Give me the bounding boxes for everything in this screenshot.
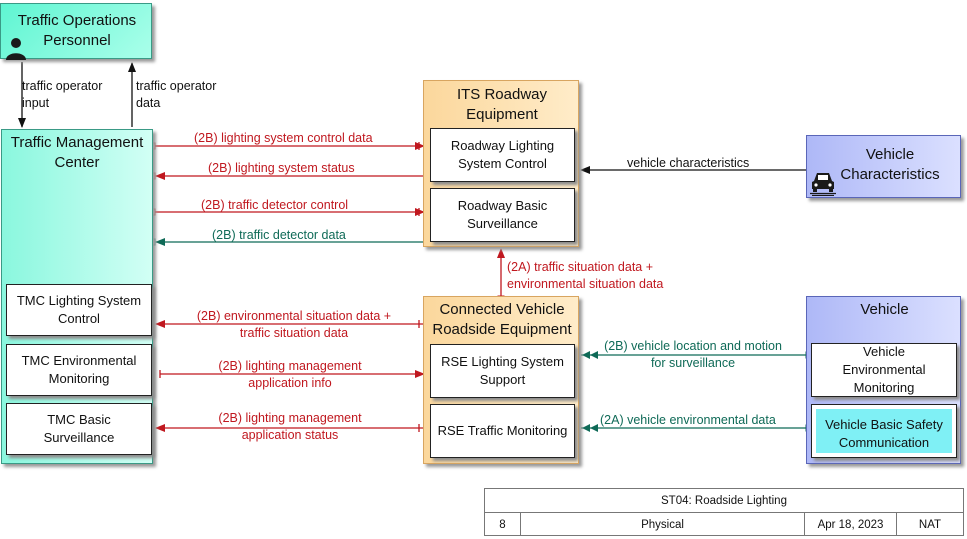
- label-detector-control: (2B) traffic detector control: [201, 198, 349, 212]
- label-lighting-status: (2B) lighting system status: [208, 161, 355, 175]
- title-block-date: Apr 18, 2023: [805, 513, 897, 536]
- person-icon: [6, 38, 26, 60]
- label-env-situation: (2B) environmental situation data + traff…: [196, 309, 392, 340]
- label-lighting-control: (2B) lighting system control data: [194, 131, 373, 145]
- title-block-number: 8: [485, 513, 521, 536]
- title-block-view: Physical: [521, 513, 805, 536]
- label-lighting-mgmt-status: (2B) lighting management application stat…: [218, 411, 362, 442]
- label-vehicle-env-data: (2A) vehicle environmental data: [600, 413, 776, 427]
- title-block-scope: NAT: [918, 518, 942, 531]
- cv-title: Connected Vehicle Roadside Equipment: [432, 301, 572, 338]
- roadway-lighting-system-control: Roadway Lighting System Control: [430, 128, 575, 182]
- vehicle-environmental-monitoring: Vehicle Environmental Monitoring: [811, 343, 957, 397]
- vchar-title: Vehicle Characteristics: [840, 146, 940, 183]
- rse-traffic-monitoring: RSE Traffic Monitoring: [430, 404, 575, 458]
- vehicle-basic-safety-communication: Vehicle Basic Safety Communication: [811, 404, 957, 458]
- label-detector-data: (2B) traffic detector data: [212, 228, 346, 242]
- tmc-lighting-system-control: TMC Lighting System Control: [6, 284, 152, 336]
- roadway-basic-surveillance: Roadway Basic Surveillance: [430, 188, 575, 242]
- label-vehicle-characteristics: vehicle characteristics: [627, 156, 750, 170]
- label-lighting-mgmt-info: (2B) lighting management application info: [218, 359, 362, 390]
- its-title: ITS Roadway Equipment: [456, 86, 548, 123]
- title-block: ST04: Roadside Lighting 8 Physical Apr 1…: [484, 488, 964, 536]
- vehicle-title: Vehicle: [860, 301, 909, 318]
- car-icon: [810, 173, 836, 196]
- tmc-basic-surveillance: TMC Basic Surveillance: [6, 403, 152, 455]
- rse-lighting-system-support: RSE Lighting System Support: [430, 344, 575, 398]
- title-block-title: ST04: Roadside Lighting: [485, 489, 963, 513]
- label-operator-input: traffic operator input: [22, 79, 103, 110]
- traffic-operations-personnel: Traffic Operations Personnel: [0, 3, 152, 60]
- tmc-title: Traffic Management Center: [10, 134, 144, 171]
- vehicle-characteristics: Vehicle Characteristics: [806, 135, 961, 198]
- personnel-title: Traffic Operations Personnel: [17, 12, 137, 49]
- label-operator-data: traffic operator data: [136, 79, 217, 110]
- label-vehicle-location: (2B) vehicle location and motion for surv…: [604, 339, 782, 370]
- tmc-environmental-monitoring: TMC Environmental Monitoring: [6, 344, 152, 396]
- label-situation-data: (2A) traffic situation data + environment…: [507, 260, 664, 291]
- vehicle-basic-safety-communication-label: Vehicle Basic Safety Communication: [816, 409, 952, 453]
